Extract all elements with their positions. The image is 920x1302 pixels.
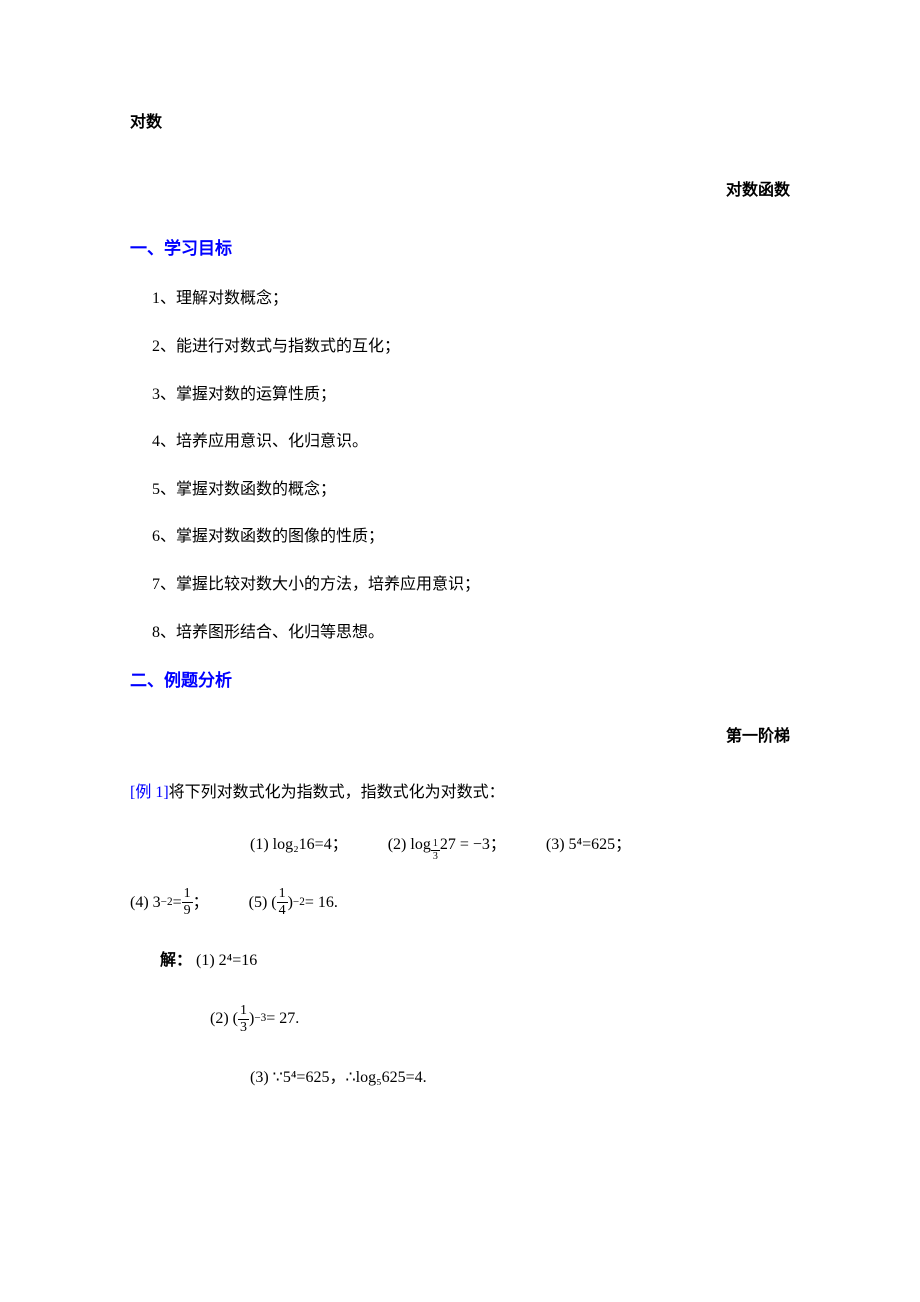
example-label: [例 1] bbox=[130, 784, 169, 801]
section-heading-goals: 一、学习目标 bbox=[130, 235, 790, 262]
example-prompt: [例 1]将下列对数式化为指数式，指数式化为对数式： bbox=[130, 780, 790, 806]
goal-item: 2、能进行对数式与指数式的互化； bbox=[152, 334, 790, 360]
goal-item: 7、掌握比较对数大小的方法，培养应用意识； bbox=[152, 572, 790, 598]
goals-list: 1、理解对数概念； 2、能进行对数式与指数式的互化； 3、掌握对数的运算性质； … bbox=[152, 286, 790, 645]
solution-line-1: 解： (1) 2⁴=16 bbox=[160, 948, 790, 974]
equation-5: (5) ( 1 4 )−2 = 16. bbox=[249, 887, 338, 918]
solution-2: (2) ( 1 3 )−3 = 27. bbox=[210, 1004, 299, 1035]
stage-heading: 第一阶梯 bbox=[130, 724, 790, 750]
page-title-left: 对数 bbox=[130, 110, 790, 136]
goal-item: 8、培养图形结合、化归等思想。 bbox=[152, 620, 790, 646]
equation-block-2: (4) 3−2 = 1 9 ； (5) ( 1 4 )−2 = 16. bbox=[130, 887, 790, 918]
goal-item: 4、培养应用意识、化归意识。 bbox=[152, 429, 790, 455]
solution-3: (3) ∵5⁴=625，∴log₅625=4. bbox=[250, 1065, 790, 1091]
solution-1: (1) 2⁴=16 bbox=[196, 952, 257, 969]
page-title-right: 对数函数 bbox=[130, 178, 790, 204]
equation-2: (2) log 1 3 27 = −3； bbox=[388, 832, 506, 858]
equation-block-1: (1) log₂16=4； (2) log 1 3 27 = −3； (3) 5… bbox=[130, 832, 790, 858]
goal-item: 3、掌握对数的运算性质； bbox=[152, 382, 790, 408]
goal-item: 5、掌握对数函数的概念； bbox=[152, 477, 790, 503]
equation-3: (3) 5⁴=625； bbox=[546, 832, 631, 858]
equation-1: (1) log₂16=4； bbox=[250, 832, 348, 858]
example-text: 将下列对数式化为指数式，指数式化为对数式： bbox=[169, 784, 505, 801]
solution-label: 解： bbox=[160, 952, 192, 969]
goal-item: 6、掌握对数函数的图像的性质； bbox=[152, 524, 790, 550]
goal-item: 1、理解对数概念； bbox=[152, 286, 790, 312]
document-page: 对数 对数函数 一、学习目标 1、理解对数概念； 2、能进行对数式与指数式的互化… bbox=[0, 0, 920, 1302]
equation-4: (4) 3−2 = 1 9 ； bbox=[130, 887, 209, 918]
section-heading-examples: 二、例题分析 bbox=[130, 667, 790, 694]
